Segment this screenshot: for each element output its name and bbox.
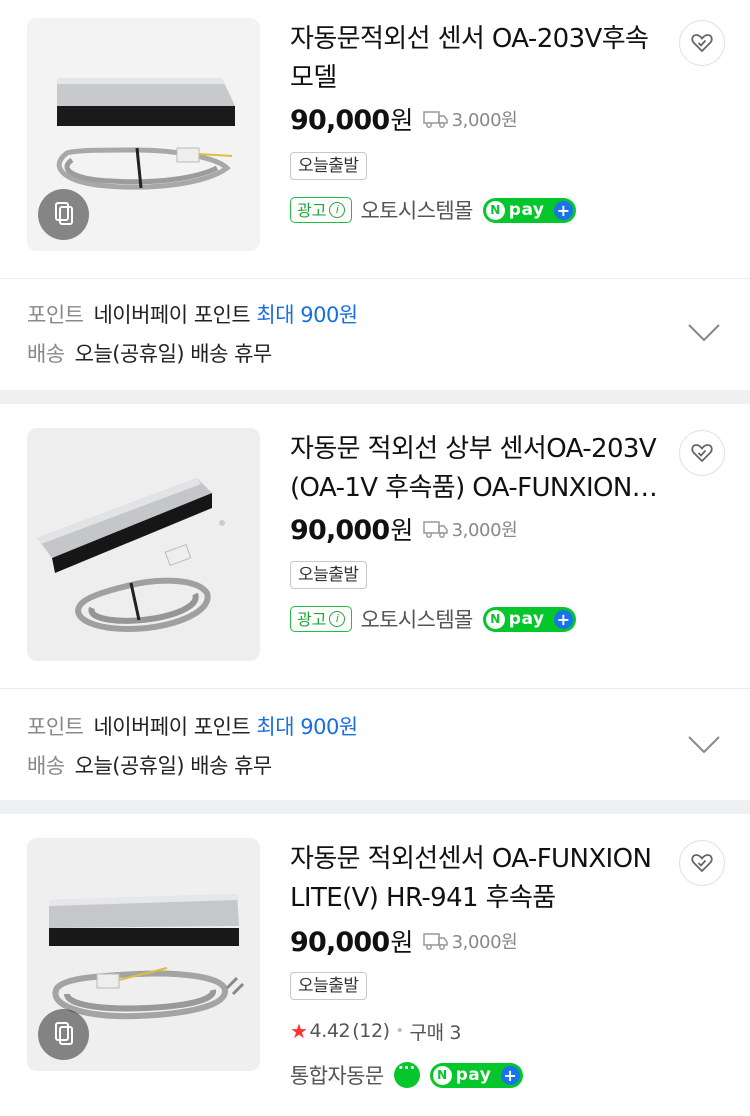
chevron-down-icon[interactable] xyxy=(688,324,720,342)
copy-icon[interactable] xyxy=(38,1009,89,1060)
rating-row: ★ 4.42 (12) • 구매 3 xyxy=(290,1016,461,1046)
npay-plus-badge: Npay + xyxy=(482,606,576,632)
product-title-line2: (OA-1V 후속품) OA-FUNXION LITE(V) xyxy=(290,473,662,503)
product-title-line1: 자동문적외선 센서 OA-203V후속 xyxy=(290,24,649,54)
separator-dot: • xyxy=(395,1023,404,1039)
review-count[interactable]: (12) xyxy=(352,1020,390,1042)
product-thumbnail[interactable] xyxy=(27,838,260,1071)
product-title-line1: 자동문 적외선 상부 센서OA-203V xyxy=(290,434,657,464)
product-title[interactable]: 자동문 적외선 상부 센서OA-203V (OA-1V 후속품) OA-FUNX… xyxy=(290,430,662,508)
wishlist-button[interactable] xyxy=(679,840,725,886)
delivery-info: 배송 오늘(공휴일) 배송 휴무 xyxy=(27,342,272,366)
purchase-count: 구매 3 xyxy=(409,1021,462,1044)
ad-badge[interactable]: 광고 i xyxy=(290,606,353,632)
shipping-fee: 3,000원 xyxy=(422,928,518,954)
chevron-down-icon[interactable] xyxy=(688,736,720,754)
product-title[interactable]: 자동문 적외선센서 OA-FUNXION LITE(V) HR-941 후속품 xyxy=(290,840,662,918)
ad-badge[interactable]: 광고 i xyxy=(290,197,353,223)
wishlist-button[interactable] xyxy=(679,430,725,476)
truck-icon xyxy=(422,521,448,538)
plus-icon: + xyxy=(553,609,573,629)
info-icon: i xyxy=(329,202,346,218)
price: 90,000원 xyxy=(290,515,413,546)
plus-icon: + xyxy=(500,1065,520,1085)
benefit-section[interactable]: 포인트 네이버페이 포인트 최대 900원 배송 오늘(공휴일) 배송 휴무 xyxy=(0,279,750,390)
price-row: 90,000원 3,000원 xyxy=(290,102,518,136)
product-title-line1: 자동문 적외선센서 OA-FUNXION xyxy=(290,844,652,874)
talktalk-icon[interactable] xyxy=(393,1059,420,1088)
product-title-line2: 모델 xyxy=(290,63,337,93)
same-day-tag: 오늘출발 xyxy=(290,561,367,589)
npay-n-icon: N xyxy=(485,200,505,220)
rating-value: 4.42 xyxy=(309,1020,351,1042)
product-card[interactable]: 자동문 적외선센서 OA-FUNXION LITE(V) HR-941 후속품 … xyxy=(0,814,750,1116)
sensor-image xyxy=(27,428,260,661)
truck-icon xyxy=(422,933,448,950)
point-info: 포인트 네이버페이 포인트 최대 900원 xyxy=(27,715,358,739)
star-icon: ★ xyxy=(290,1019,308,1043)
heart-check-icon xyxy=(691,444,713,463)
plus-icon: + xyxy=(553,200,573,220)
product-thumbnail[interactable] xyxy=(27,428,260,661)
product-title[interactable]: 자동문적외선 센서 OA-203V후속 모델 xyxy=(290,20,662,98)
npay-plus-badge: Npay + xyxy=(429,1062,523,1088)
product-title-line2: LITE(V) HR-941 후속품 xyxy=(290,883,556,913)
heart-check-icon xyxy=(691,34,713,53)
section-gap xyxy=(0,800,750,814)
delivery-info: 배송 오늘(공휴일) 배송 휴무 xyxy=(27,754,272,778)
point-info: 포인트 네이버페이 포인트 최대 900원 xyxy=(27,303,358,327)
same-day-tag: 오늘출발 xyxy=(290,972,367,1000)
shipping-fee: 3,000원 xyxy=(422,106,518,132)
truck-icon xyxy=(422,111,448,128)
npay-n-icon: N xyxy=(485,609,505,629)
price-row: 90,000원 3,000원 xyxy=(290,512,518,546)
copy-icon[interactable] xyxy=(38,189,89,240)
seller-row: 광고 i 오토시스템몰 Npay + xyxy=(290,604,576,634)
shipping-fee: 3,000원 xyxy=(422,516,518,542)
section-gap xyxy=(0,390,750,404)
benefit-section[interactable]: 포인트 네이버페이 포인트 최대 900원 배송 오늘(공휴일) 배송 휴무 xyxy=(0,689,750,800)
npay-n-icon: N xyxy=(432,1065,452,1085)
seller-name[interactable]: 통합자동문 xyxy=(290,1060,384,1090)
product-card[interactable]: 자동문적외선 센서 OA-203V후속 모델 90,000원 3,000원 오늘… xyxy=(0,0,750,279)
same-day-tag: 오늘출발 xyxy=(290,152,367,180)
wishlist-button[interactable] xyxy=(679,20,725,66)
heart-check-icon xyxy=(691,854,713,873)
price: 90,000원 xyxy=(290,105,413,136)
product-card[interactable]: 자동문 적외선 상부 센서OA-203V (OA-1V 후속품) OA-FUNX… xyxy=(0,404,750,688)
seller-row: 통합자동문 Npay+ xyxy=(290,1059,523,1090)
seller-row: 광고 i 오토시스템몰 Npay + xyxy=(290,195,576,225)
product-thumbnail[interactable] xyxy=(27,18,260,251)
npay-plus-badge: Npay + xyxy=(482,197,576,223)
price: 90,000원 xyxy=(290,927,413,958)
seller-name[interactable]: 오토시스템몰 xyxy=(360,604,473,634)
price-row: 90,000원 3,000원 xyxy=(290,924,518,958)
info-icon: i xyxy=(329,611,346,627)
seller-name[interactable]: 오토시스템몰 xyxy=(360,195,473,225)
